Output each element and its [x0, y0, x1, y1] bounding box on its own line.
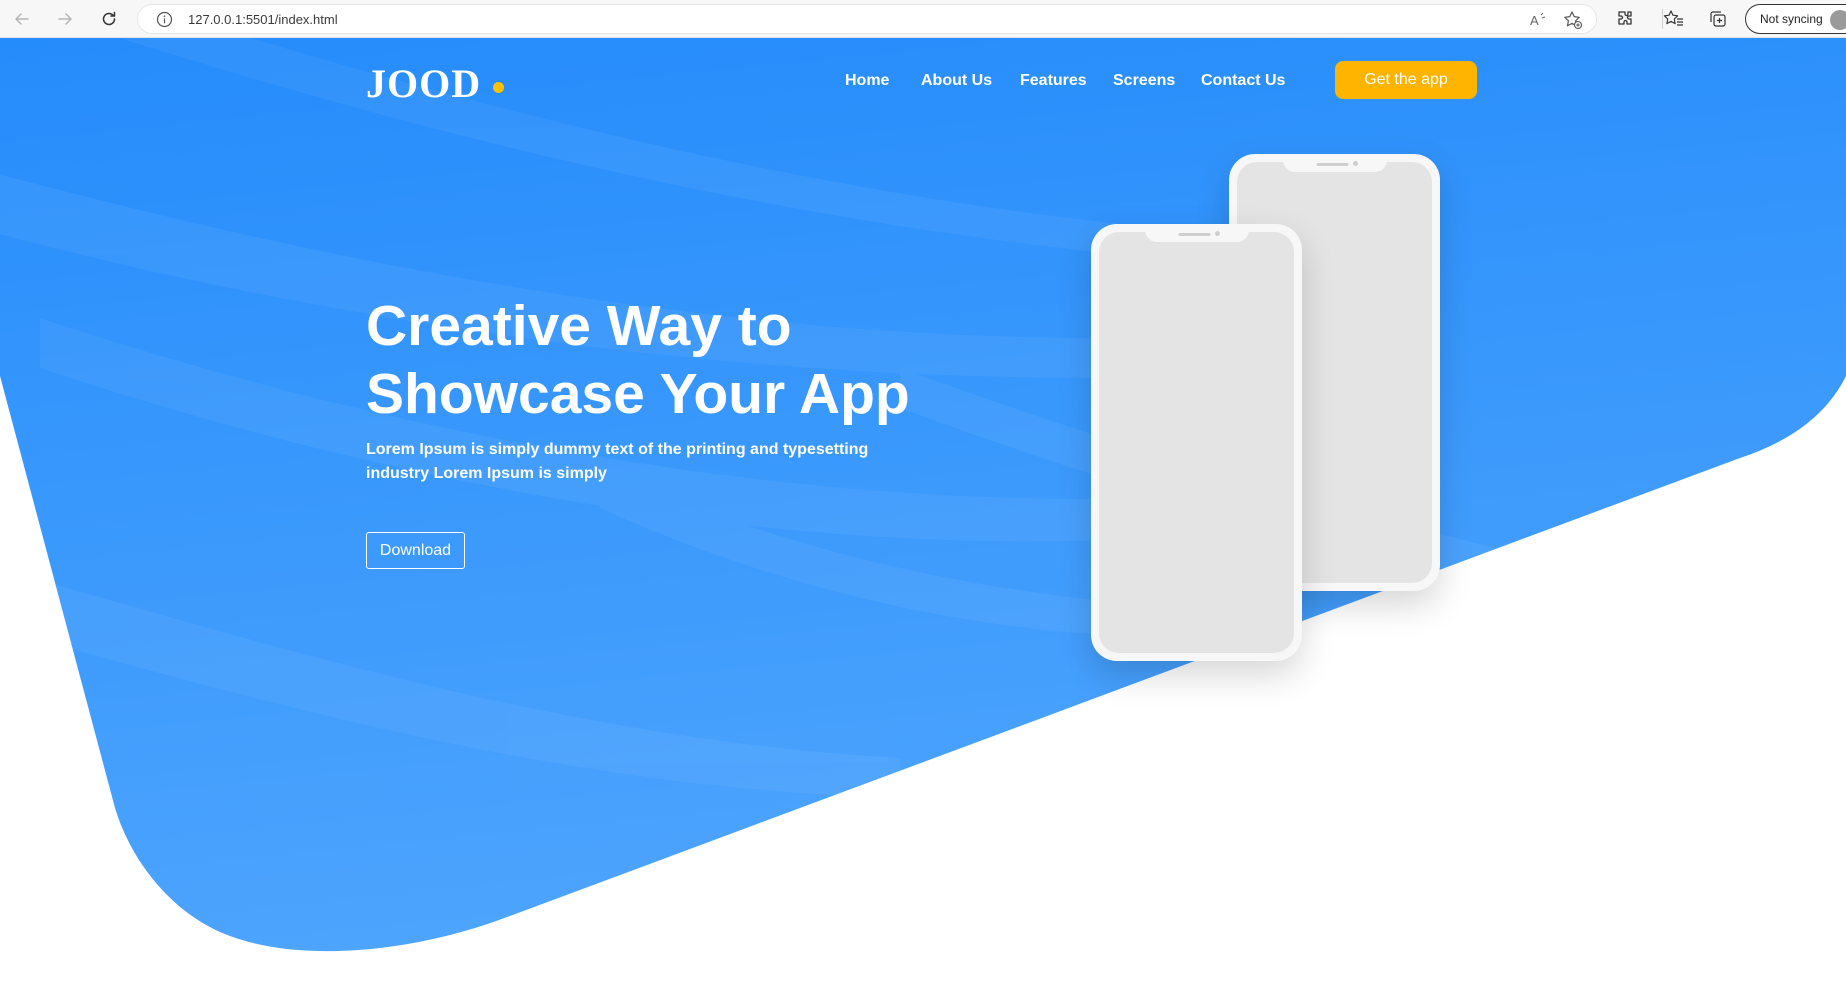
back-icon: [15, 13, 29, 25]
forward-button[interactable]: [51, 5, 79, 33]
read-aloud-glyph: A: [1530, 13, 1539, 28]
collections-button[interactable]: [1707, 8, 1729, 30]
read-aloud-icon[interactable]: A: [1528, 10, 1548, 30]
browser-toolbar: 127.0.0.1:5501/index.html A Not syncing: [0, 0, 1846, 38]
nav-about-us[interactable]: About Us: [921, 72, 992, 90]
phone-speaker: [1315, 163, 1348, 166]
phone-camera: [1214, 231, 1220, 236]
get-the-app-button[interactable]: Get the app: [1335, 61, 1477, 99]
hero-title: Creative Way to Showcase Your App: [366, 292, 1066, 428]
web-page: JOOD Home About Us Features Screens Cont…: [0, 38, 1846, 1000]
hero-title-line-1: Creative Way to: [366, 294, 792, 358]
phone-mockup-front: [1091, 224, 1302, 661]
site-logo[interactable]: JOOD: [366, 60, 481, 107]
hero-subtitle-line-2: industry Lorem Ipsum is simply: [366, 465, 607, 482]
back-button[interactable]: [8, 5, 36, 33]
download-button[interactable]: Download: [366, 532, 465, 569]
forward-icon: [58, 13, 72, 25]
extensions-icon: [1618, 11, 1632, 25]
reload-button[interactable]: [95, 5, 123, 33]
info-icon[interactable]: [156, 11, 173, 28]
profile-sync-button[interactable]: Not syncing: [1745, 4, 1846, 34]
nav-home[interactable]: Home: [845, 72, 889, 90]
url-text: 127.0.0.1:5501/index.html: [188, 12, 338, 27]
logo-dot: [493, 82, 504, 93]
phone-speaker: [1177, 233, 1210, 236]
reload-icon: [102, 11, 116, 26]
favorites-button[interactable]: [1663, 8, 1685, 30]
hero-background: [0, 38, 1846, 952]
extensions-button[interactable]: [1614, 8, 1636, 30]
sync-status-label: Not syncing: [1760, 12, 1823, 26]
phone-screen: [1099, 232, 1294, 653]
nav-screens[interactable]: Screens: [1113, 72, 1175, 90]
favorites-icon: [1663, 10, 1683, 26]
address-bar[interactable]: 127.0.0.1:5501/index.html A: [137, 4, 1597, 34]
add-favorite-icon[interactable]: [1563, 10, 1583, 30]
collections-icon: [1710, 11, 1726, 27]
hero-title-line-2: Showcase Your App: [366, 362, 910, 426]
hero-subtitle-line-1: Lorem Ipsum is simply dummy text of the …: [366, 441, 869, 458]
nav-contact-us[interactable]: Contact Us: [1201, 72, 1285, 90]
profile-avatar: [1830, 10, 1846, 30]
hero-subtitle: Lorem Ipsum is simply dummy text of the …: [366, 438, 926, 486]
phone-camera: [1352, 161, 1358, 166]
nav-features[interactable]: Features: [1020, 72, 1087, 90]
